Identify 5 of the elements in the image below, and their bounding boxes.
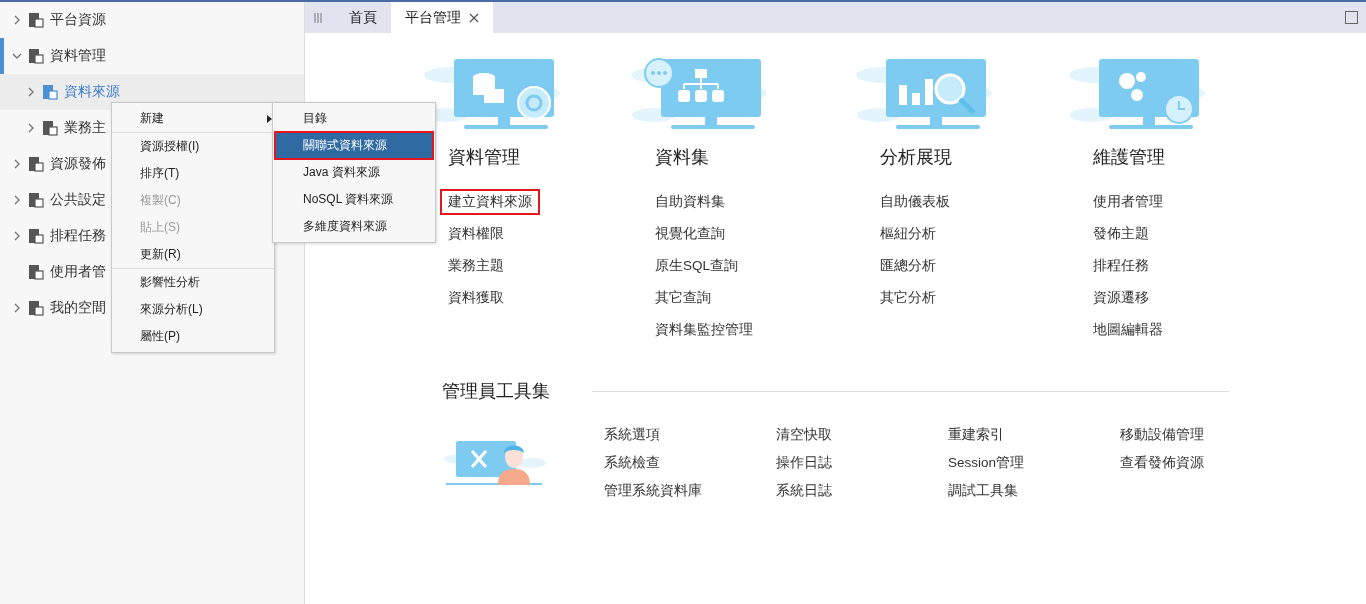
section-title: 分析展現: [880, 146, 953, 169]
section-title: 資料管理: [448, 146, 521, 169]
section-title: 資料集: [655, 146, 710, 169]
section-title: 管理員工具集: [442, 380, 550, 403]
section-title: 維護管理: [1093, 146, 1166, 169]
